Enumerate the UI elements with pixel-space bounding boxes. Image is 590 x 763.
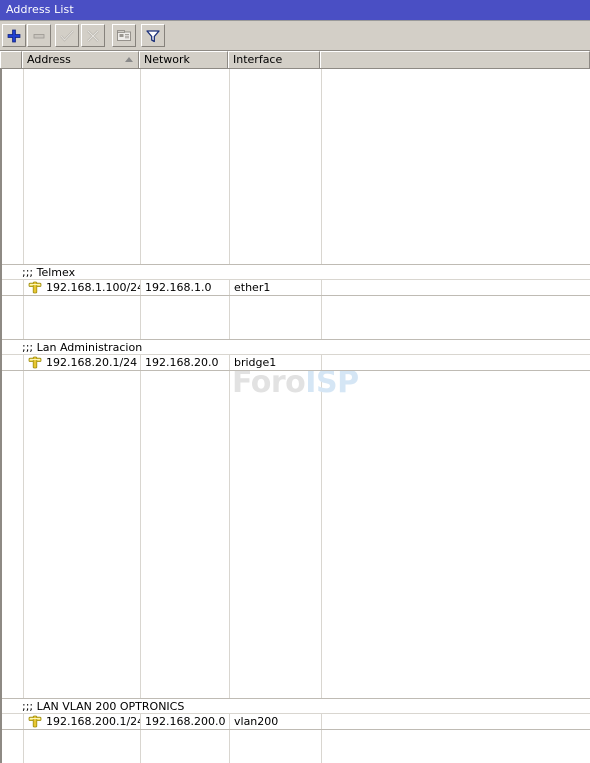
address-list-window: Address List Address Network Interface F… [0,0,590,763]
cell-address[interactable]: 192.168.200.1/24 [24,714,141,729]
window-title: Address List [6,3,74,16]
address-group-lan-administracion: ;;; Lan Administracion 192.168.20.1/24 1… [2,339,590,371]
enable-button[interactable] [55,24,79,47]
check-icon [59,28,75,44]
column-header-selector[interactable] [0,51,22,68]
address-icon [28,356,42,369]
comment-icon [116,28,132,44]
column-header-filler[interactable] [320,51,590,68]
table-row[interactable]: 192.168.20.1/24 192.168.20.0 bridge1 [2,355,590,371]
column-divider-address [140,69,141,763]
filter-button[interactable] [141,24,165,47]
comment-row[interactable]: ;;; LAN VLAN 200 OPTRONICS [2,698,590,714]
column-header-address[interactable]: Address [22,51,139,68]
cell-address-text: 192.168.20.1/24 [46,356,138,369]
cell-network[interactable]: 192.168.20.0 [141,355,230,370]
column-divider-interface [321,69,322,763]
cell-filler[interactable] [322,280,590,295]
comment-text: ;;; Lan Administracion [22,341,143,354]
comment-button[interactable] [112,24,136,47]
disable-button[interactable] [81,24,105,47]
address-icon [28,715,42,728]
cross-icon [85,28,101,44]
table-row[interactable]: 192.168.200.1/24 192.168.200.0 vlan200 [2,714,590,730]
toolbar [0,21,590,51]
comment-text: ;;; Telmex [22,266,76,279]
cell-address[interactable]: 192.168.20.1/24 [24,355,141,370]
cell-interface[interactable]: bridge1 [230,355,322,370]
cell-address[interactable]: 192.168.1.100/24 [24,280,141,295]
plus-icon [6,28,22,44]
cell-filler[interactable] [322,714,590,729]
row-selector-cell[interactable] [2,714,24,729]
sort-ascending-icon [125,57,133,62]
comment-row[interactable]: ;;; Telmex [2,264,590,280]
cell-interface[interactable]: vlan200 [230,714,322,729]
address-group-telmex: ;;; Telmex 192.168.1.100/24 192.168.1.0 [2,264,590,296]
address-icon [28,281,42,294]
add-button[interactable] [2,24,26,47]
address-list-grid[interactable]: ForoISP ;;; Telmex 192.168.1.100/24 192.… [0,69,590,763]
cell-network[interactable]: 192.168.200.0 [141,714,230,729]
column-header-interface[interactable]: Interface [228,51,320,68]
column-header-network[interactable]: Network [139,51,228,68]
comment-row[interactable]: ;;; Lan Administracion [2,339,590,355]
row-selector-cell[interactable] [2,355,24,370]
funnel-icon [145,28,161,44]
cell-address-text: 192.168.200.1/24 [46,715,141,728]
column-divider-selector [23,69,24,763]
column-header-address-label: Address [27,53,71,66]
table-row[interactable]: 192.168.1.100/24 192.168.1.0 ether1 [2,280,590,296]
cell-network[interactable]: 192.168.1.0 [141,280,230,295]
cell-filler[interactable] [322,355,590,370]
remove-button[interactable] [27,24,51,47]
minus-icon [31,28,47,44]
window-titlebar: Address List [0,0,590,21]
cell-address-text: 192.168.1.100/24 [46,281,141,294]
comment-text: ;;; LAN VLAN 200 OPTRONICS [22,700,185,713]
watermark: ForoISP [232,366,359,400]
row-selector-cell[interactable] [2,280,24,295]
address-group-lan-vlan-200-optronics: ;;; LAN VLAN 200 OPTRONICS 192.168.200.1… [2,698,590,730]
column-header-row: Address Network Interface [0,51,590,69]
cell-interface[interactable]: ether1 [230,280,322,295]
column-divider-network [229,69,230,763]
